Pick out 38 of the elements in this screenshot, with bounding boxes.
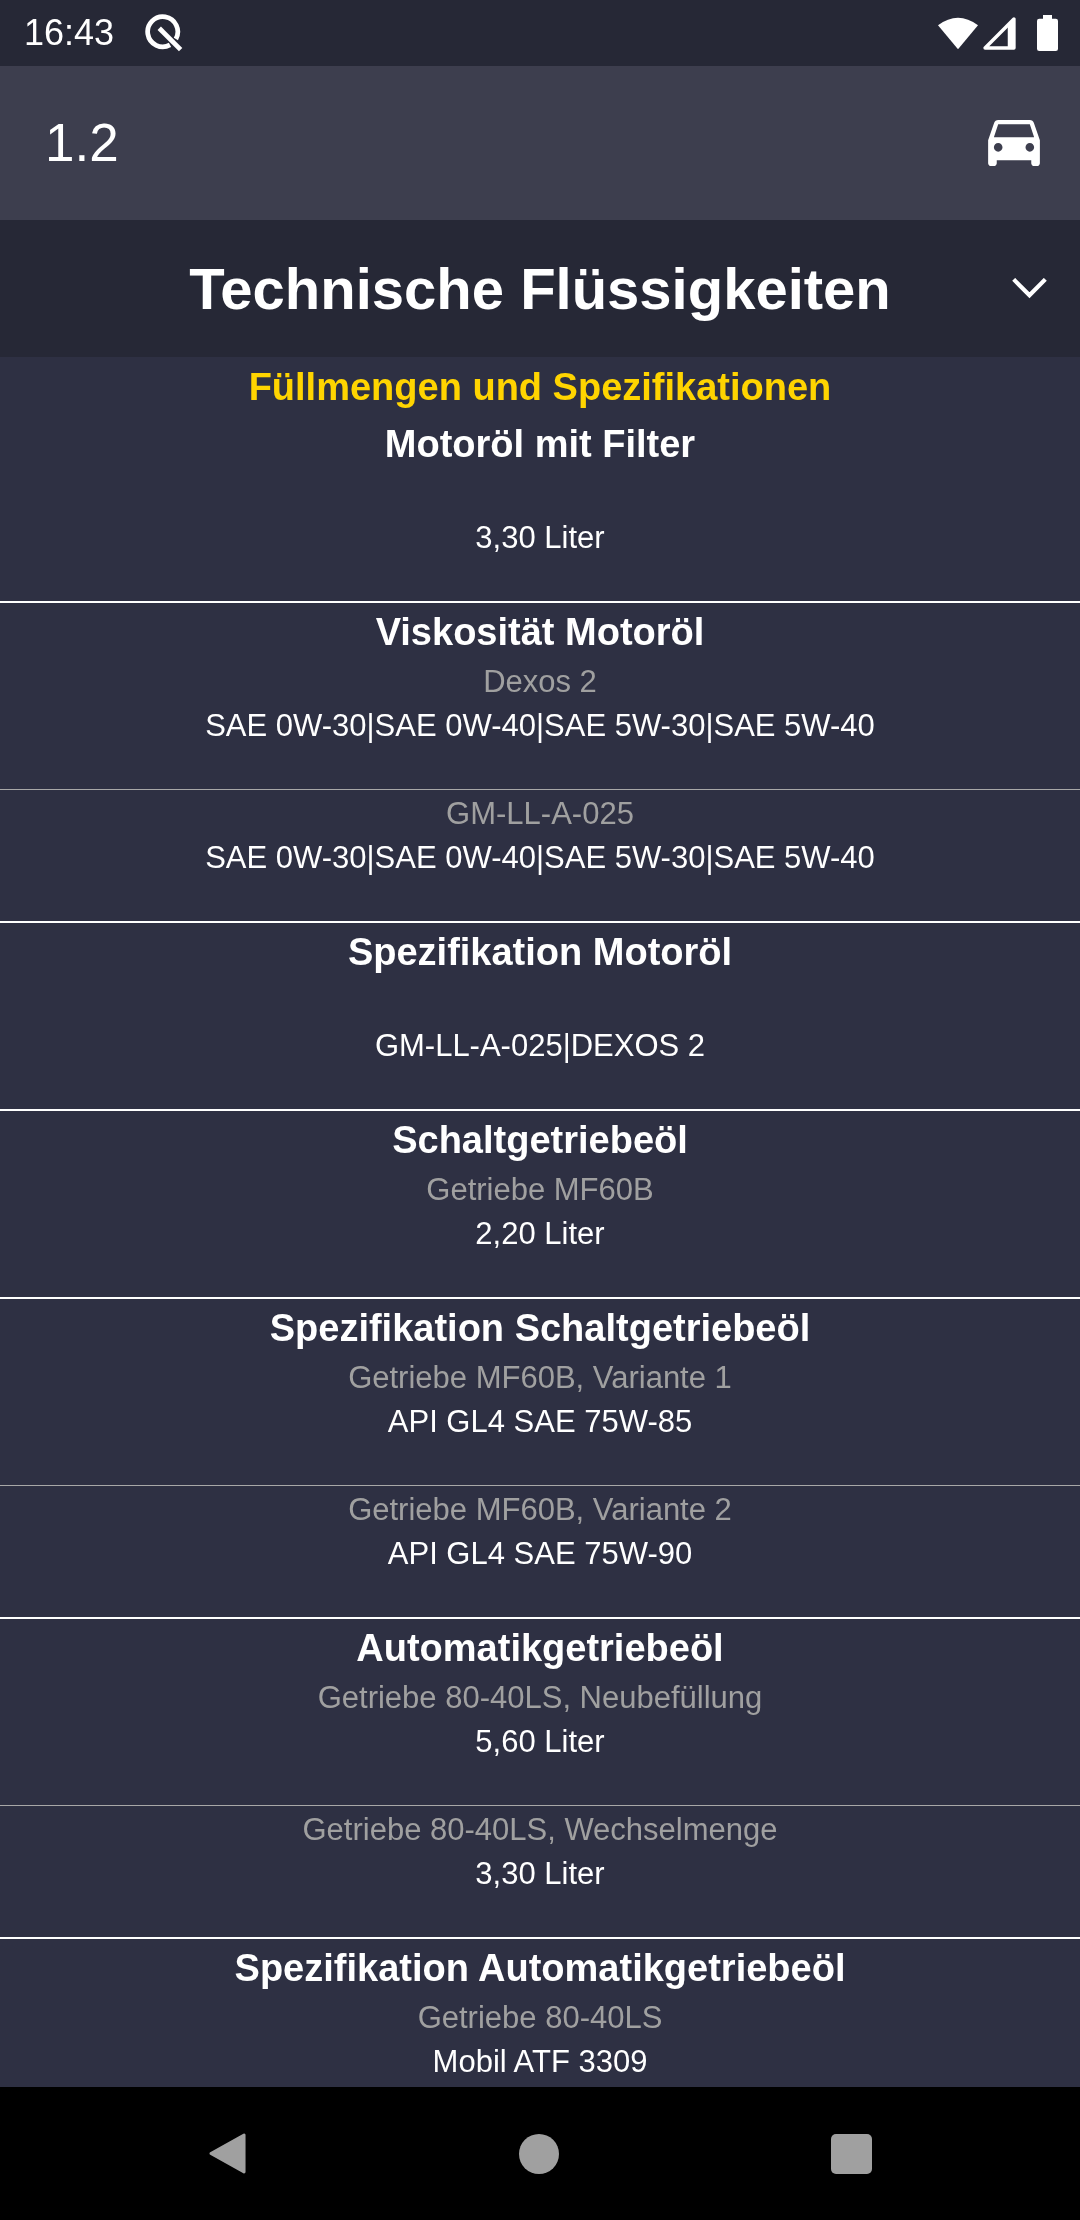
battery-icon bbox=[1036, 15, 1059, 51]
group-title: Schaltgetriebeöl bbox=[392, 1118, 688, 1163]
entry-subtitle: Getriebe 80-40LS, Neubefüllung bbox=[317, 1679, 763, 1717]
group-title: Spezifikation Schaltgetriebeöl bbox=[269, 1306, 811, 1351]
home-icon[interactable] bbox=[519, 2133, 559, 2174]
group-title: Spezifikation Motoröl bbox=[347, 930, 733, 975]
entry-value: 3,30 Liter bbox=[475, 519, 605, 557]
entry-value: 3,30 Liter bbox=[475, 1855, 605, 1893]
category-header[interactable]: Technische Flüssigkeiten bbox=[0, 220, 1080, 357]
entry-subtitle: Dexos 2 bbox=[483, 663, 597, 701]
car-icon[interactable] bbox=[988, 120, 1040, 166]
recents-icon[interactable] bbox=[831, 2133, 872, 2174]
entry-value: SAE 0W-30|SAE 0W-40|SAE 5W-30|SAE 5W-40 bbox=[205, 707, 875, 745]
group-title: Viskosität Motoröl bbox=[375, 610, 705, 655]
wifi-icon bbox=[938, 16, 978, 50]
entry-subtitle: Getriebe MF60B bbox=[426, 1171, 654, 1209]
entry-subtitle: Getriebe 80-40LS, Wechselmenge bbox=[302, 1811, 778, 1849]
status-time: 16:43 bbox=[24, 13, 115, 53]
entry-value: API GL4 SAE 75W-90 bbox=[387, 1535, 693, 1573]
group-title: Automatikgetriebeöl bbox=[356, 1626, 724, 1671]
back-icon[interactable] bbox=[208, 2132, 247, 2175]
entry-value: 5,60 Liter bbox=[475, 1723, 605, 1761]
entry-subtitle: Getriebe 80-40LS bbox=[417, 1999, 663, 2037]
chevron-down-icon bbox=[1012, 278, 1047, 299]
entry-value: GM-LL-A-025|DEXOS 2 bbox=[374, 1027, 706, 1065]
entry-value: Mobil ATF 3309 bbox=[432, 2043, 648, 2081]
ring-icon bbox=[145, 14, 184, 52]
entry-subtitle: GM-LL-A-025 bbox=[446, 795, 634, 833]
group-title: Motoröl mit Filter bbox=[384, 422, 696, 467]
entry-value: SAE 0W-30|SAE 0W-40|SAE 5W-30|SAE 5W-40 bbox=[205, 839, 875, 877]
entry-value: 2,20 Liter bbox=[475, 1215, 605, 1253]
signal-icon bbox=[983, 16, 1016, 50]
entry-subtitle: Getriebe MF60B, Variante 2 bbox=[348, 1491, 732, 1529]
entry-value: API GL4 SAE 75W-85 bbox=[387, 1403, 693, 1441]
group-title: Spezifikation Automatikgetriebeöl bbox=[234, 1946, 846, 1991]
entry-subtitle: Getriebe MF60B, Variante 1 bbox=[348, 1359, 732, 1397]
app-bar-title: 1.2 bbox=[45, 113, 119, 173]
section-heading: Füllmengen und Spezifikationen bbox=[248, 365, 832, 410]
